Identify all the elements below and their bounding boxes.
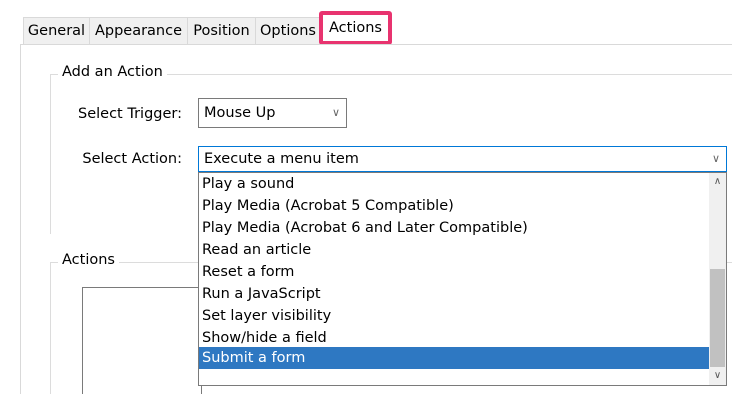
tab-strip: General Appearance Position Options Acti… [0,0,732,46]
action-select[interactable]: Execute a menu item ∨ [198,146,727,172]
scroll-up-arrow-icon[interactable]: ∧ [709,173,726,191]
dropdown-scrollbar[interactable]: ∧ ∨ [709,173,726,385]
chevron-down-icon: ∨ [331,106,340,119]
tab-actions[interactable]: Actions [319,11,392,45]
actions-group-left [50,262,51,394]
select-trigger-label: Select Trigger: [78,106,182,122]
list-item[interactable]: Show/hide a field [199,327,709,349]
select-action-label: Select Action: [82,151,182,167]
list-item-selected[interactable]: Submit a form [199,347,709,369]
trigger-select-value: Mouse Up [204,105,276,121]
chevron-down-icon: ∨ [711,152,720,165]
list-item[interactable]: Reset a form [199,261,709,283]
tab-position[interactable]: Position [187,17,256,44]
scroll-down-arrow-icon[interactable]: ∨ [709,367,726,385]
list-item[interactable]: Play Media (Acrobat 6 and Later Compatib… [199,217,709,239]
list-item[interactable]: Run a JavaScript [199,283,709,305]
tab-appearance[interactable]: Appearance [89,17,188,44]
list-item[interactable]: Set layer visibility [199,305,709,327]
action-select-value: Execute a menu item [204,151,359,167]
add-action-legend: Add an Action [58,64,167,80]
add-action-group-left [50,74,51,234]
actions-list[interactable] [82,287,202,394]
list-item[interactable]: Play Media (Acrobat 5 Compatible) [199,195,709,217]
actions-legend: Actions [58,252,119,268]
list-item[interactable]: Read an article [199,239,709,261]
tab-options[interactable]: Options [255,17,321,44]
properties-dialog: General Appearance Position Options Acti… [0,0,732,394]
tab-general[interactable]: General [23,17,90,44]
list-item[interactable]: Play a sound [199,173,709,195]
scroll-thumb[interactable] [710,269,725,367]
action-dropdown-list[interactable]: Play a sound Play Media (Acrobat 5 Compa… [198,172,727,386]
trigger-select[interactable]: Mouse Up ∨ [198,98,347,128]
